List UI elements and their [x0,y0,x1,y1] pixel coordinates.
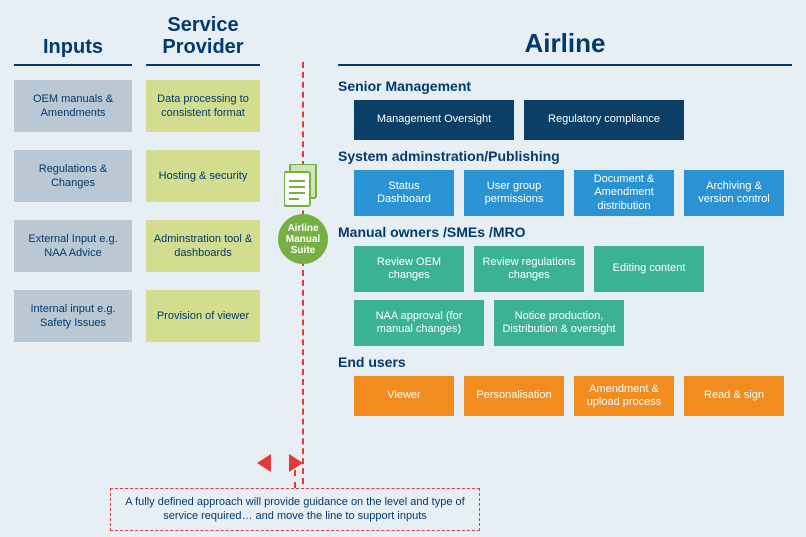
end-card: Viewer [354,376,454,416]
provider-box: Provision of viewer [146,290,260,342]
provider-title: Service Provider [146,14,260,58]
provider-column: Service Provider Data processing to cons… [146,14,260,424]
owners-card: Notice production, Distribution & oversi… [494,300,624,346]
input-box: Internal input e.g. Safety Issues [14,290,132,342]
inputs-title: Inputs [43,14,103,58]
provider-box: Data processing to consistent format [146,80,260,132]
provider-box: Adminstration tool & dashboards [146,220,260,272]
airline-divider [338,64,792,66]
system-row: Status Dashboard User group permissions … [354,170,792,216]
owners-card: Review regulations changes [474,246,584,292]
section-owners-title: Manual owners /SMEs /MRO [338,224,792,240]
inputs-divider [14,64,132,66]
owners-row2: NAA approval (for manual changes) Notice… [354,300,792,346]
section-end-title: End users [338,354,792,370]
document-icon [284,164,322,217]
input-box: OEM manuals & Amendments [14,80,132,132]
boundary-line [302,62,304,484]
system-card: Status Dashboard [354,170,454,216]
system-card: Archiving & version control [684,170,784,216]
system-card: User group permissions [464,170,564,216]
airline-column: Airline Senior Management Management Ove… [330,14,792,424]
end-card: Read & sign [684,376,784,416]
inputs-column: Inputs OEM manuals & Amendments Regulati… [14,14,132,424]
footnote-connector [294,470,296,488]
suite-badge: Airline Manual Suite [278,214,328,264]
footnote: A fully defined approach will provide gu… [110,488,480,531]
provider-box: Hosting & security [146,150,260,202]
input-box: Regulations & Changes [14,150,132,202]
senior-card: Regulatory compliance [524,100,684,140]
boundary-arrows [257,454,303,472]
end-card: Amendment & upload process [574,376,674,416]
senior-card: Management Oversight [354,100,514,140]
owners-row1: Review OEM changes Review regulations ch… [354,246,792,292]
end-card: Personalisation [464,376,564,416]
arrow-left-icon [257,454,271,472]
input-box: External Input e.g. NAA Advice [14,220,132,272]
owners-card: NAA approval (for manual changes) [354,300,484,346]
airline-title: Airline [338,14,792,58]
suite-column: Airline Manual Suite [270,14,330,424]
owners-card: Editing content [594,246,704,292]
section-system-title: System adminstration/Publishing [338,148,792,164]
senior-row: Management Oversight Regulatory complian… [354,100,792,140]
provider-divider [146,64,260,66]
owners-card: Review OEM changes [354,246,464,292]
end-row: Viewer Personalisation Amendment & uploa… [354,376,792,416]
arrow-right-icon [289,454,303,472]
system-card: Document & Amendment distribution [574,170,674,216]
section-senior-title: Senior Management [338,78,792,94]
